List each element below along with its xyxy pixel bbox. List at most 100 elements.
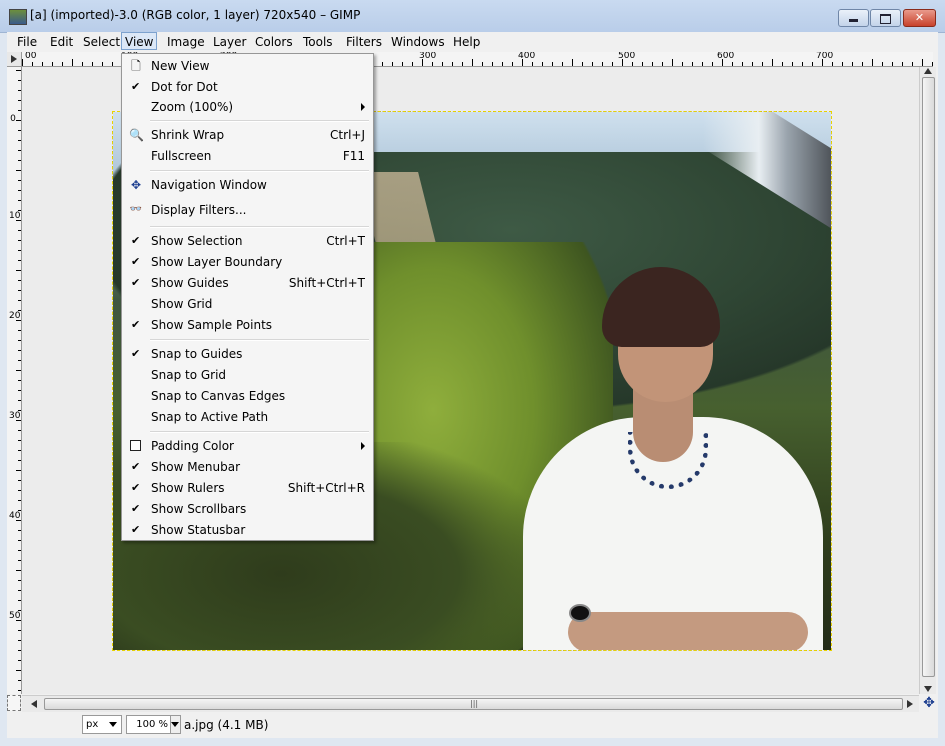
menu-item-fullscreen[interactable]: Fullscreen F11 [124,146,371,166]
menu-item-show-menubar[interactable]: ✔ Show Menubar [124,457,371,477]
submenu-arrow-icon [361,442,365,450]
menu-item-new-view[interactable]: 🗋 New View [124,56,371,76]
ruler-tick [16,570,21,571]
ruler-tick [462,62,463,66]
menu-item-show-scrollbars[interactable]: ✔ Show Scrollbars [124,499,371,519]
maximize-button[interactable] [870,9,901,27]
submenu-arrow-icon [361,103,365,111]
zoom-dropdown-button[interactable] [170,715,181,734]
menu-item-snap-to-guides[interactable]: ✔ Snap to Guides [124,344,371,364]
ruler-tick [562,62,563,66]
scroll-up-icon[interactable] [924,68,932,74]
ruler-tick [762,62,763,66]
ruler-tick [18,550,21,551]
ruler-label: 100 [9,211,21,221]
menu-image[interactable]: Image [164,34,208,50]
checkmark-icon: ✔ [131,80,141,93]
menu-item-show-grid[interactable]: Show Grid [124,294,371,314]
ruler-tick [18,680,21,681]
menu-item-show-layer-boundary[interactable]: ✔ Show Layer Boundary [124,252,371,272]
zoom-input[interactable]: 100 % [126,715,172,734]
quick-mask-toggle[interactable] [7,695,21,711]
ruler-tick [18,180,21,181]
menu-help[interactable]: Help [450,34,483,50]
menu-item-label: Shrink Wrap [151,128,225,142]
ruler-tick [18,630,21,631]
unit-selector[interactable]: px [82,715,122,734]
minimize-button[interactable] [838,9,869,27]
checkmark-icon: ✔ [131,460,141,473]
scroll-right-icon[interactable] [907,700,913,708]
menu-item-show-selection[interactable]: ✔ Show Selection Ctrl+T [124,231,371,251]
menu-filters[interactable]: Filters [343,34,385,50]
ruler-tick [512,62,513,66]
ruler-tick [18,110,21,111]
menu-item-label: Show Scrollbars [151,502,247,516]
ruler-tick [22,59,23,66]
menu-view[interactable]: View [121,32,158,50]
menu-item-snap-to-canvas-edges[interactable]: Snap to Canvas Edges [124,386,371,406]
ruler-tick [892,62,893,66]
menu-item-padding-color[interactable]: Padding Color [124,436,371,456]
ruler-tick [18,100,21,101]
ruler-tick [18,230,21,231]
ruler-tick [102,62,103,66]
menu-item-zoom[interactable]: Zoom (100%) [124,97,371,117]
ruler-tick [18,450,21,451]
menu-item-snap-to-active-path[interactable]: Snap to Active Path [124,407,371,427]
ruler-label: 00 [25,52,37,61]
vertical-scrollbar[interactable] [919,67,936,694]
ruler-tick [18,410,21,411]
horizontal-scrollbar[interactable]: ||| [22,695,919,712]
ruler-tick [882,62,883,66]
menu-item-snap-to-grid[interactable]: Snap to Grid [124,365,371,385]
menu-tools[interactable]: Tools [300,34,336,50]
ruler-tick [932,62,933,66]
ruler-label: 400 [9,511,21,521]
vertical-ruler[interactable]: 0 100 200 300 400 500 [7,67,22,694]
ruler-tick [18,580,21,581]
menu-item-label: Show Statusbar [151,523,246,537]
menu-item-shortcut: Ctrl+J [330,128,365,142]
menu-item-show-guides[interactable]: ✔ Show Guides Shift+Ctrl+T [124,273,371,293]
menu-item-shrink-wrap[interactable]: 🔍 Shrink Wrap Ctrl+J [124,125,371,145]
menu-colors[interactable]: Colors [252,34,296,50]
menu-edit[interactable]: Edit [47,34,76,50]
grip-icon: ||| [470,699,479,708]
menu-windows[interactable]: Windows [388,34,448,50]
menu-item-dot-for-dot[interactable]: ✔ Dot for Dot [124,77,371,97]
ruler-tick [18,260,21,261]
ruler-tick [442,62,443,66]
menu-file[interactable]: File [14,34,40,50]
ruler-tick [18,80,21,81]
ruler-tick [16,220,21,221]
ruler-tick [18,210,21,211]
close-button[interactable]: ✕ [903,9,936,27]
ruler-tick [672,59,673,66]
ruler-tick [832,62,833,66]
menu-layer[interactable]: Layer [210,34,249,50]
horizontal-scroll-thumb[interactable]: ||| [44,698,903,710]
ruler-tick [18,240,21,241]
ruler-tick [72,59,73,66]
ruler-tick [632,62,633,66]
navigate-button[interactable]: ✥ [921,695,937,711]
ruler-tick [18,350,21,351]
menu-item-navigation-window[interactable]: ✥ Navigation Window [124,175,371,195]
quick-menu-button[interactable] [7,52,22,67]
menu-select[interactable]: Select [80,34,123,50]
menu-item-show-rulers[interactable]: ✔ Show Rulers Shift+Ctrl+R [124,478,371,498]
menu-item-show-statusbar[interactable]: ✔ Show Statusbar [124,520,371,540]
ruler-tick [18,130,21,131]
vertical-scroll-thumb[interactable] [922,77,935,677]
menu-item-display-filters[interactable]: 👓 Display Filters... [124,200,371,220]
ruler-tick [402,62,403,66]
menu-item-show-sample-points[interactable]: ✔ Show Sample Points [124,315,371,335]
gimp-image-icon[interactable] [9,9,27,25]
menu-item-shortcut: F11 [342,149,365,163]
scroll-down-icon[interactable] [924,686,932,692]
menu-item-label: Show Menubar [151,460,241,474]
ruler-label: 600 [717,52,735,61]
ruler-tick [902,62,903,66]
scroll-left-icon[interactable] [31,700,37,708]
